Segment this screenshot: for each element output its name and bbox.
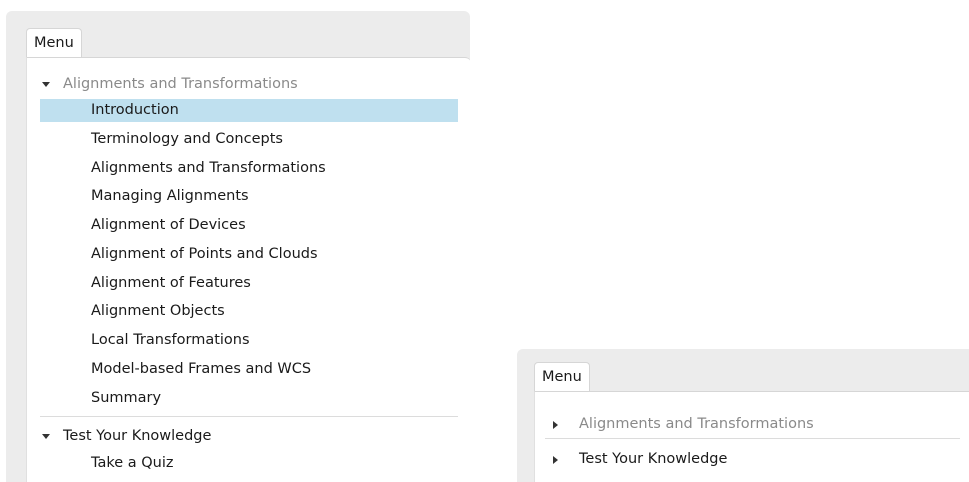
triangle-right-icon[interactable] [553, 456, 558, 464]
section-title: Test Your Knowledge [63, 428, 212, 444]
menu-item-alignment-objects[interactable]: Alignment Objects [27, 300, 470, 323]
triangle-down-icon[interactable] [42, 82, 50, 87]
menu-item-label: Take a Quiz [91, 455, 174, 471]
menu-item-label: Managing Alignments [91, 188, 249, 204]
section-alignments-and-transformations[interactable]: Alignments and Transformations [535, 413, 969, 436]
menu-content: Alignments and Transformations Test Your… [534, 391, 969, 482]
menu-item-managing-alignments[interactable]: Managing Alignments [27, 185, 470, 208]
menu-item-label: Alignment of Devices [91, 217, 246, 233]
menu-item-label: Alignment of Points and Clouds [91, 246, 318, 262]
menu-item-terminology-and-concepts[interactable]: Terminology and Concepts [27, 128, 470, 151]
section-alignments-and-transformations[interactable]: Alignments and Transformations [27, 73, 470, 96]
menu-item-alignment-of-devices[interactable]: Alignment of Devices [27, 214, 470, 237]
menu-item-local-transformations[interactable]: Local Transformations [27, 329, 470, 352]
menu-item-take-a-quiz[interactable]: Take a Quiz [27, 452, 470, 475]
menu-panel-collapsed: Menu Alignments and Transformations Test… [517, 349, 969, 482]
menu-item-label: Alignments and Transformations [91, 160, 326, 176]
section-divider [545, 438, 960, 439]
menu-tab[interactable]: Menu [26, 28, 82, 58]
menu-item-alignment-of-points-and-clouds[interactable]: Alignment of Points and Clouds [27, 243, 470, 266]
menu-item-label: Introduction [91, 102, 179, 118]
section-divider [40, 416, 458, 417]
menu-panel-expanded: Menu Alignments and Transformations Intr… [6, 11, 470, 482]
menu-item-label: Summary [91, 390, 162, 406]
menu-item-model-based-frames-and-wcs[interactable]: Model-based Frames and WCS [27, 358, 470, 381]
menu-item-label: Alignment of Features [91, 275, 251, 291]
section-title: Test Your Knowledge [579, 451, 728, 467]
menu-tab[interactable]: Menu [534, 362, 590, 392]
triangle-down-icon[interactable] [42, 434, 50, 439]
menu-item-alignment-of-features[interactable]: Alignment of Features [27, 272, 470, 295]
section-test-your-knowledge[interactable]: Test Your Knowledge [535, 448, 969, 471]
section-title: Alignments and Transformations [579, 416, 814, 432]
menu-item-label: Model-based Frames and WCS [91, 361, 312, 377]
menu-item-introduction[interactable]: Introduction [40, 99, 458, 122]
menu-item-summary[interactable]: Summary [27, 387, 470, 410]
menu-item-label: Alignment Objects [91, 303, 225, 319]
menu-item-alignments-and-transformations[interactable]: Alignments and Transformations [27, 157, 470, 180]
triangle-right-icon[interactable] [553, 421, 558, 429]
section-test-your-knowledge[interactable]: Test Your Knowledge [27, 425, 470, 448]
menu-item-label: Local Transformations [91, 332, 250, 348]
menu-item-label: Terminology and Concepts [91, 131, 283, 147]
section-title: Alignments and Transformations [63, 76, 298, 92]
menu-content: Alignments and Transformations Introduct… [26, 57, 470, 482]
